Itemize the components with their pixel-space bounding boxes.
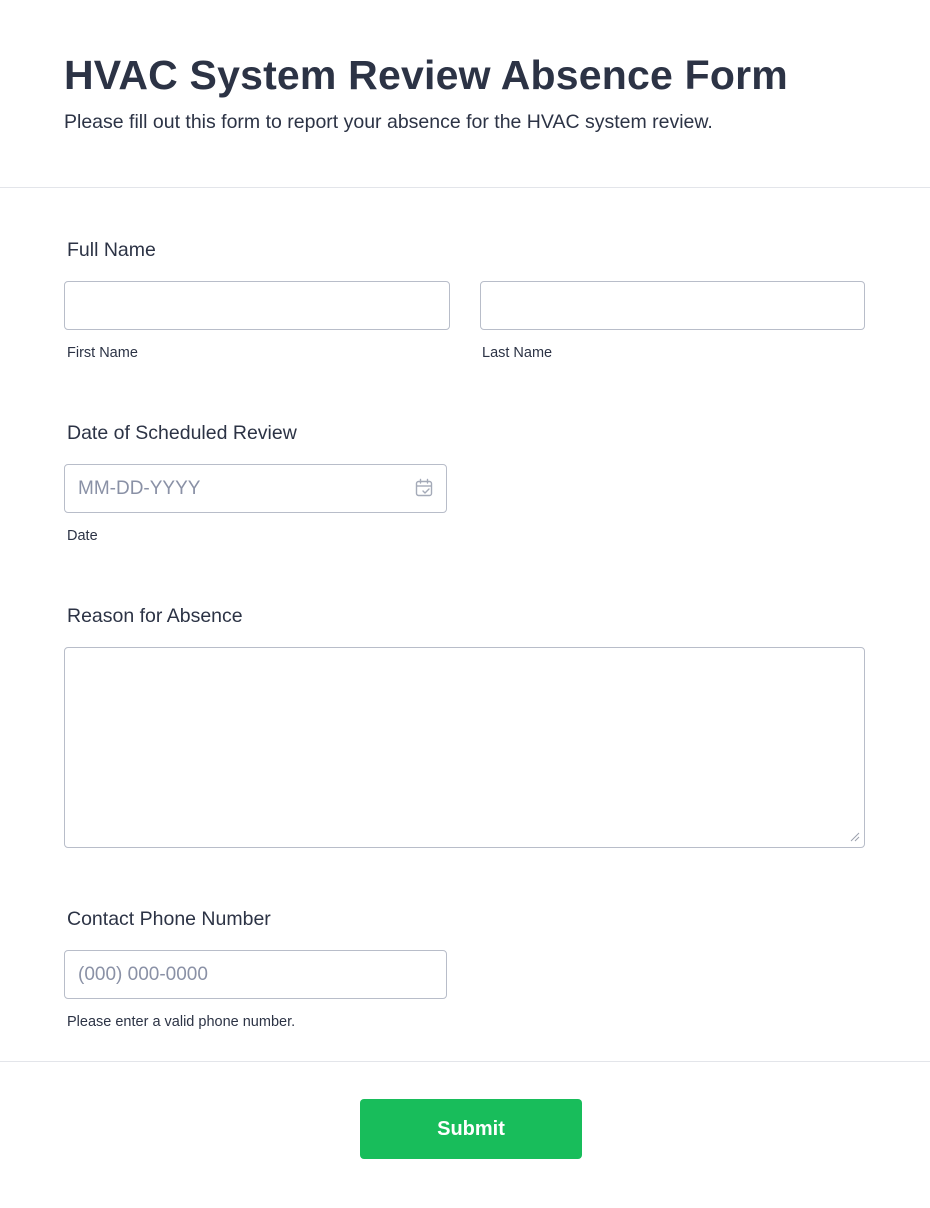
last-name-sublabel: Last Name — [482, 345, 553, 361]
review-date-label: Date of Scheduled Review — [67, 422, 297, 444]
calendar-icon[interactable] — [414, 478, 434, 498]
page-title: HVAC System Review Absence Form — [64, 52, 788, 98]
review-date-sublabel: Date — [67, 528, 98, 544]
first-name-input[interactable] — [64, 281, 450, 330]
last-name-input[interactable] — [480, 281, 865, 330]
phone-sublabel: Please enter a valid phone number. — [67, 1014, 296, 1030]
review-date-input[interactable] — [64, 464, 447, 513]
form-subtitle: Please fill out this form to report your… — [64, 111, 713, 133]
phone-input[interactable] — [64, 950, 447, 999]
first-name-sublabel: First Name — [67, 345, 138, 361]
form-header: HVAC System Review Absence Form Please f… — [0, 0, 930, 188]
reason-label: Reason for Absence — [67, 605, 243, 627]
full-name-label: Full Name — [67, 239, 156, 261]
submit-button[interactable]: Submit — [360, 1099, 582, 1159]
footer-divider — [0, 1061, 930, 1062]
resize-handle-icon[interactable] — [848, 830, 860, 842]
reason-textarea[interactable] — [64, 647, 865, 848]
phone-label: Contact Phone Number — [67, 908, 271, 930]
